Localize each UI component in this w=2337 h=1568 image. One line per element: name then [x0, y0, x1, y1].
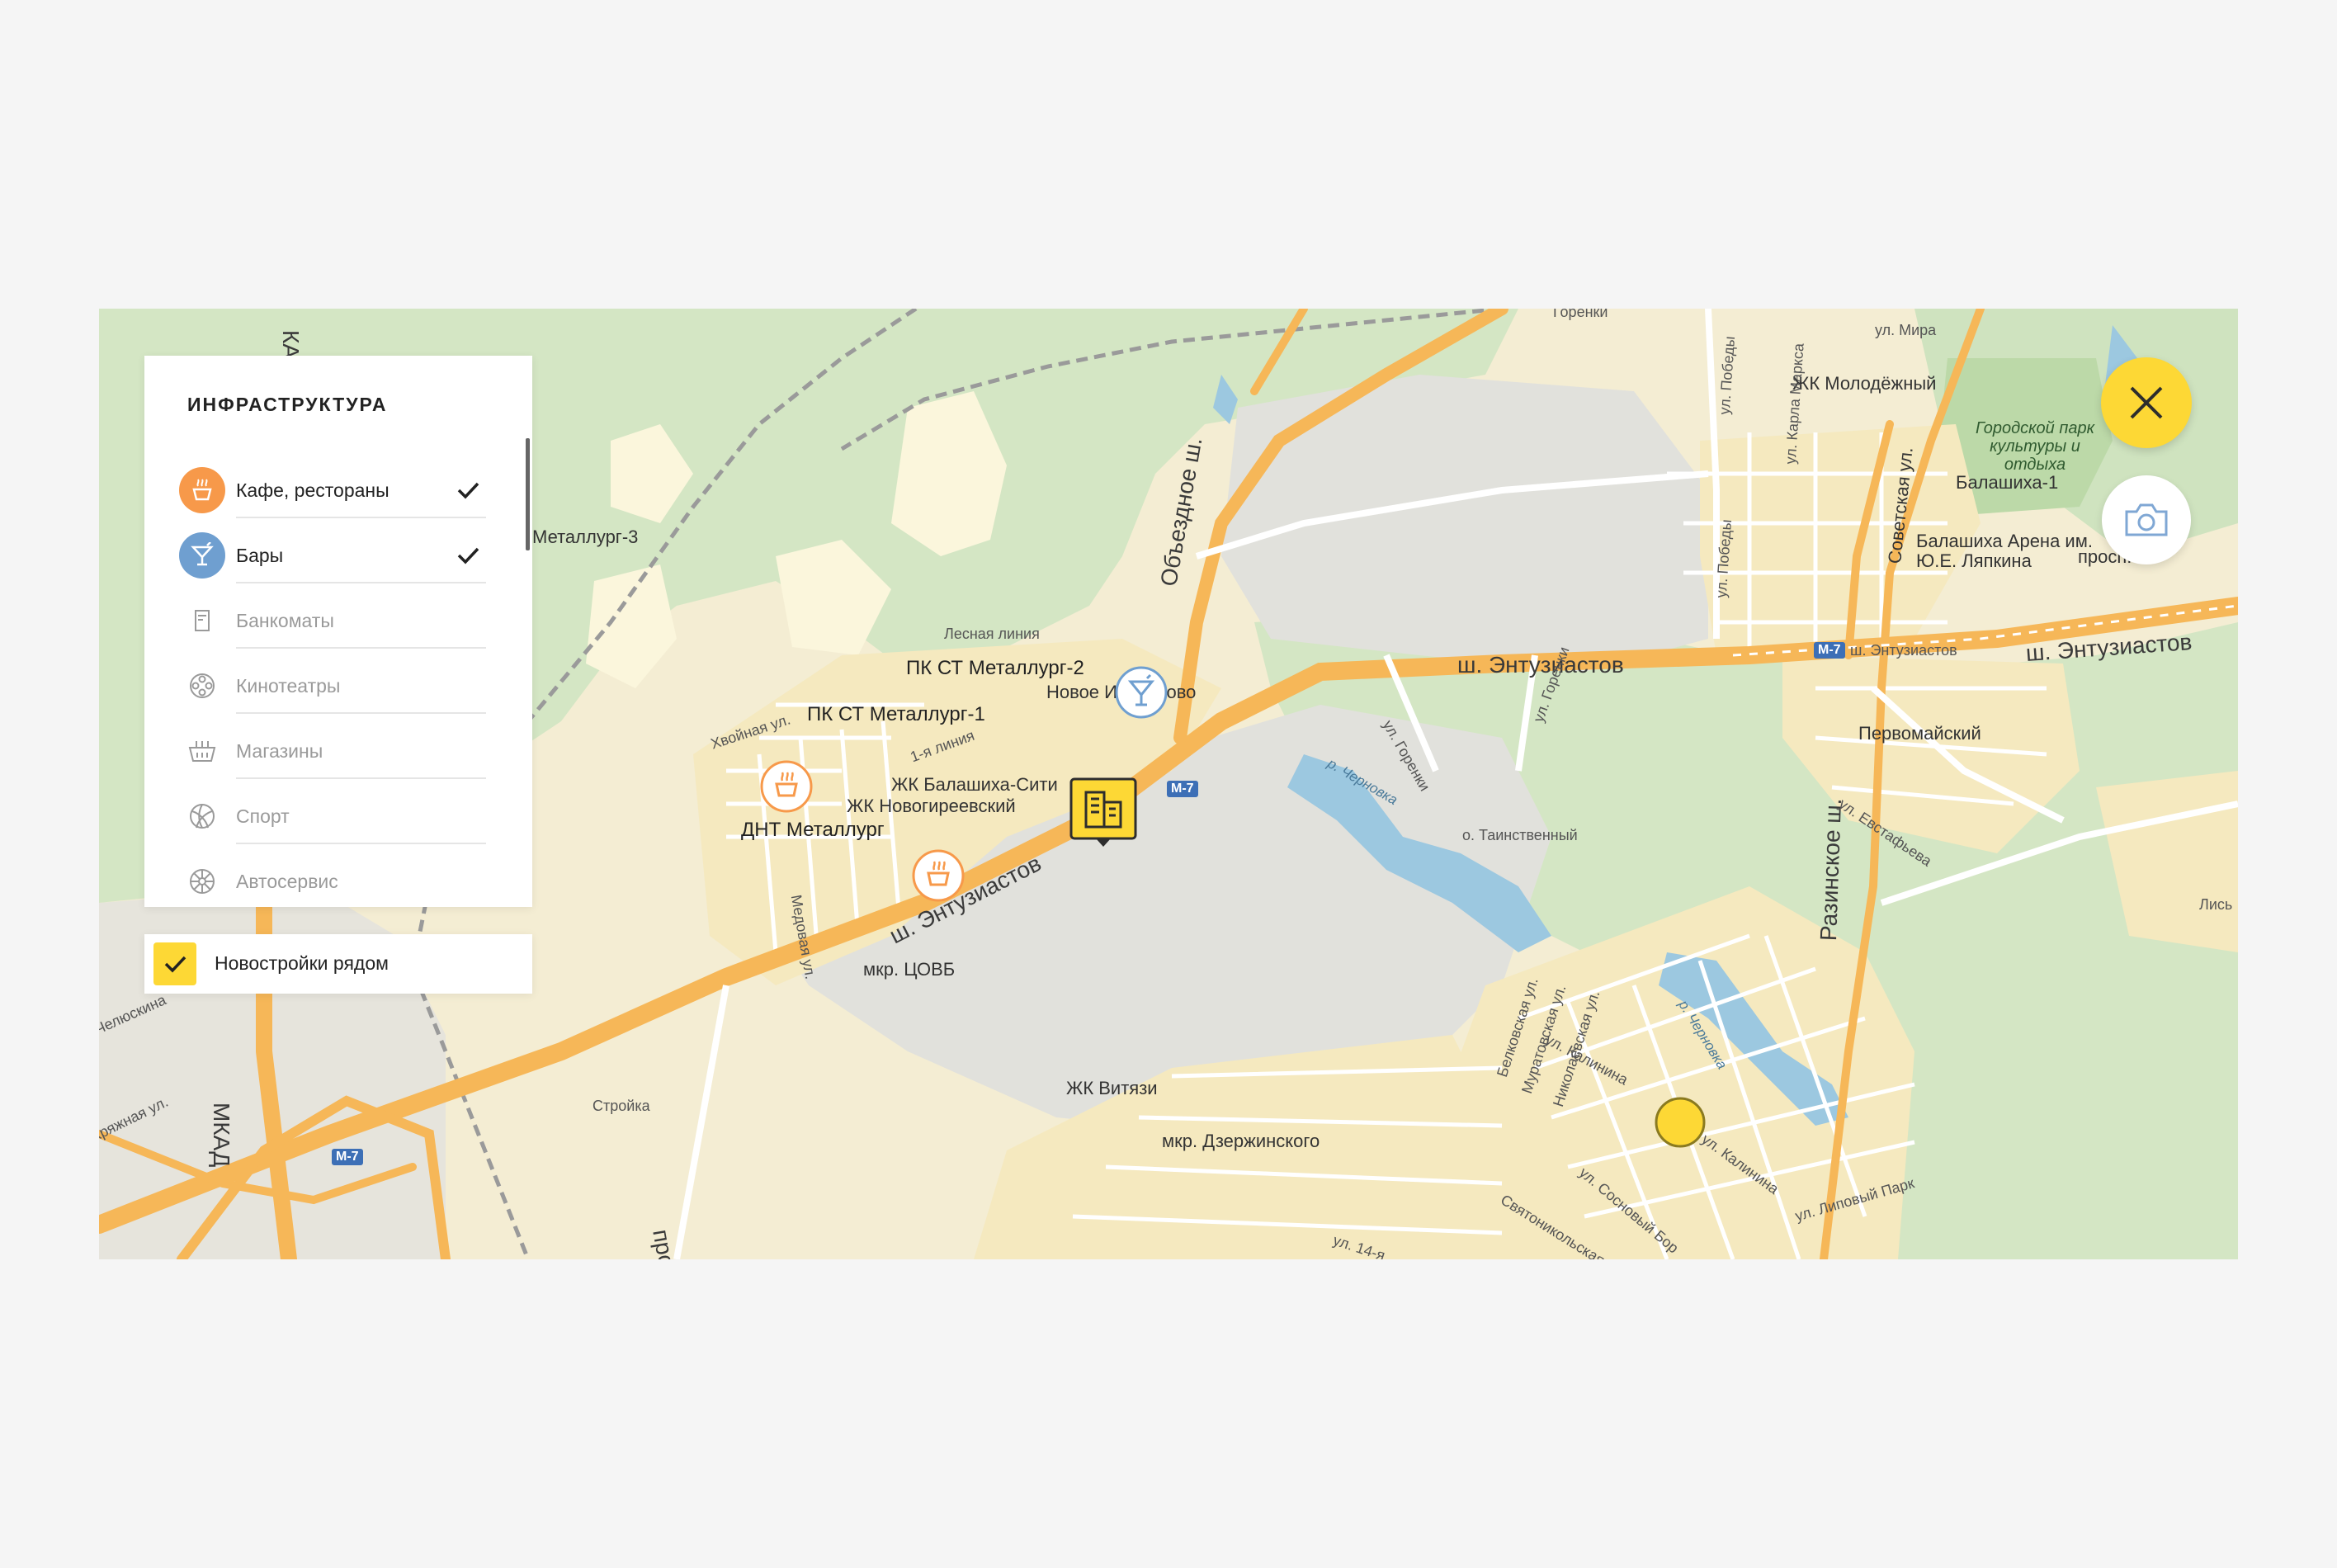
screenshot-button[interactable]	[2102, 475, 2191, 564]
map-park-label: Городской парк культуры и отдыха	[1975, 419, 2095, 474]
filter-cinemas[interactable]: Кинотеатры	[144, 648, 532, 714]
map-place-label: ЖК Витязи	[1066, 1078, 1158, 1098]
bar-marker[interactable]	[1114, 665, 1168, 724]
map-place-label: Горенки	[1553, 309, 1608, 320]
filter-label: Кафе, рестораны	[236, 479, 390, 501]
map-street-label: ул. Мира	[1875, 322, 1937, 338]
atm-icon	[179, 597, 225, 644]
filter-atms[interactable]: Банкоматы	[144, 583, 532, 649]
map-place-label: ДНТ Металлург	[741, 819, 885, 841]
check-icon	[164, 956, 186, 973]
map-place-label: Стройка	[593, 1098, 650, 1114]
new-buildings-checkbox[interactable]	[153, 942, 196, 985]
basket-icon	[179, 728, 225, 774]
close-button[interactable]	[2101, 357, 2192, 448]
map-place-label: ЖК Новогиреевский	[847, 796, 1016, 816]
new-buildings-label: Новостройки рядом	[215, 952, 389, 974]
filter-label: Кинотеатры	[236, 675, 341, 697]
filter-label: Бары	[236, 545, 284, 566]
cafe-icon	[179, 467, 225, 513]
building-icon	[1069, 777, 1137, 847]
m7-route-badge: М-7	[1814, 642, 1845, 659]
map-place-label: Первомайский	[1858, 723, 1981, 744]
new-building-marker[interactable]	[1069, 777, 1137, 852]
filter-sport[interactable]: Спорт	[144, 778, 532, 844]
filter-shops[interactable]: Магазины	[144, 713, 532, 779]
map-place-label: о. Таинственный	[1462, 827, 1578, 843]
map-place-label: ЖК Молодёжный	[1792, 373, 1937, 394]
check-icon	[457, 547, 479, 564]
filter-label: Спорт	[236, 805, 290, 827]
filter-autoservice[interactable]: Автосервис	[144, 843, 532, 909]
map-road-label: ш. Энтузиастов	[1457, 652, 1624, 678]
new-buildings-toggle[interactable]: Новостройки рядом	[144, 934, 532, 994]
cafe-marker[interactable]	[911, 848, 965, 907]
camera-icon	[2125, 503, 2168, 536]
m7-route-badge: М-7	[1167, 781, 1198, 797]
map-road-label: МКАД	[209, 1103, 234, 1168]
close-icon	[2130, 386, 2163, 419]
m7-route-badge: М-7	[332, 1149, 363, 1165]
check-icon	[457, 482, 479, 499]
filter-label: Автосервис	[236, 871, 338, 892]
map-place-label: мкр. Дзержинского	[1162, 1131, 1320, 1151]
cocktail-icon	[1115, 666, 1168, 719]
wheel-icon	[179, 858, 225, 904]
map-place-label: Металлург-3	[532, 527, 639, 547]
filter-cafes[interactable]: Кафе, рестораны	[144, 452, 532, 518]
map-road-label: ш. Энтузиастов	[1850, 642, 1957, 659]
filter-bars[interactable]: Бары	[144, 517, 532, 583]
filter-label: Банкоматы	[236, 610, 334, 631]
map-place-label: ПК СТ Металлург-1	[807, 703, 985, 725]
infrastructure-title: ИНФРАСТРУКТУРА	[187, 394, 388, 415]
filter-label: Магазины	[236, 740, 323, 762]
infrastructure-panel: ИНФРАСТРУКТУРА Кафе, рестораны Бары Банк…	[144, 356, 532, 907]
ball-icon	[179, 793, 225, 839]
map-place-label: мкр. ЦОВБ	[863, 959, 956, 980]
map-place-label: Балашиха-1	[1956, 472, 2059, 493]
cafe-icon	[760, 760, 813, 813]
map-street-label: Лесная линия	[944, 626, 1040, 642]
cocktail-icon	[179, 532, 225, 579]
map-road-label: Разинское ш.	[1815, 797, 1847, 942]
map-place-label: Лись	[2199, 896, 2233, 913]
cafe-marker[interactable]	[759, 759, 814, 818]
cafe-icon	[912, 849, 965, 902]
location-marker[interactable]	[1654, 1096, 1707, 1153]
film-reel-icon	[179, 663, 225, 709]
map-place-label: ПК СТ Металлург-2	[906, 657, 1084, 679]
location-dot-icon	[1655, 1097, 1706, 1148]
map-place-label: ЖК Балашиха-Сити	[891, 774, 1058, 795]
